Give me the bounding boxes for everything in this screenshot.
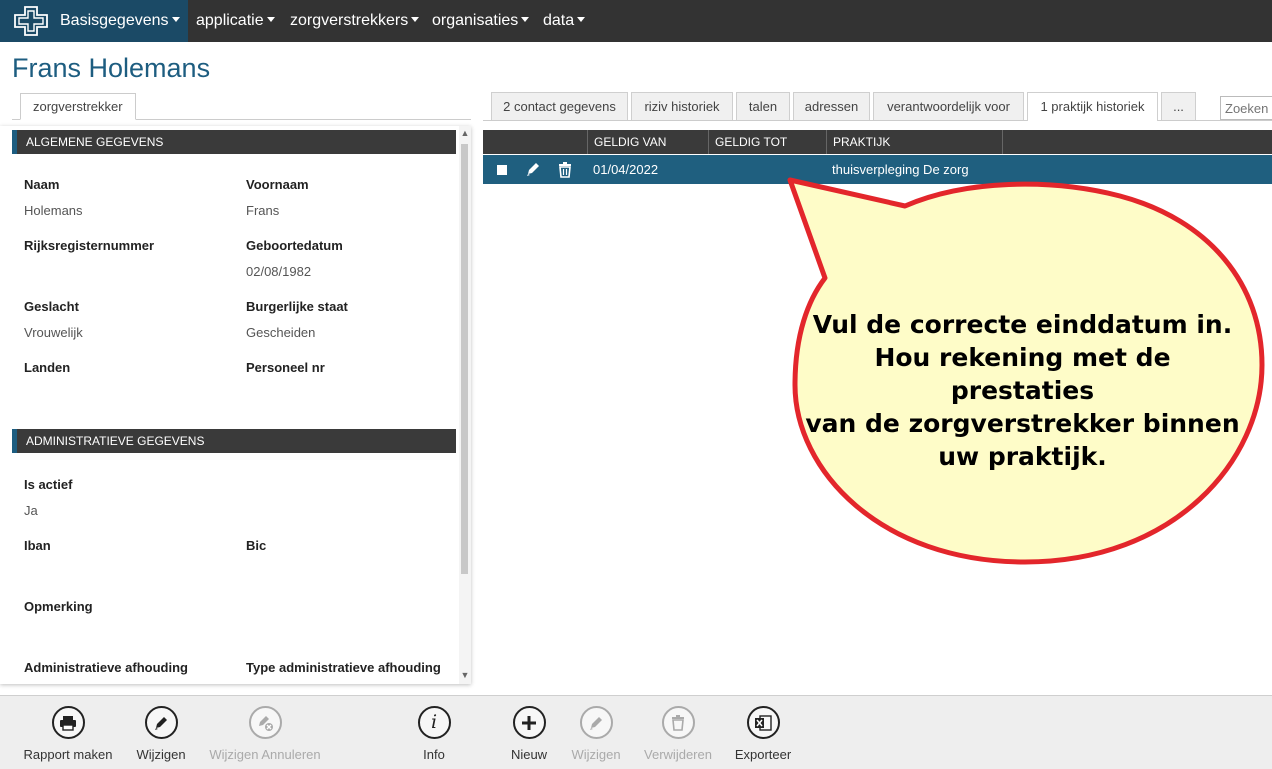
nav-data[interactable]: data xyxy=(543,12,586,30)
callout-line: uw praktijk. xyxy=(938,442,1107,471)
column-header-empty xyxy=(1002,130,1272,154)
panel-scrollbar[interactable]: ▲ ▼ xyxy=(459,126,471,684)
wijzigen-label: Wijzigen xyxy=(136,747,186,762)
section-header-algemeen: ALGEMENE GEGEVENS xyxy=(12,130,456,154)
pencil-icon[interactable] xyxy=(525,161,541,177)
detail-panel: ALGEMENE GEGEVENS Naam Holemans Voornaam… xyxy=(0,126,471,684)
callout-line: Hou rekening met de prestaties xyxy=(874,343,1171,405)
rapport-maken-button[interactable]: Rapport maken xyxy=(20,706,116,762)
naam-value: Holemans xyxy=(24,203,83,218)
wijzigen-button[interactable]: Wijzigen xyxy=(130,706,192,762)
scroll-thumb[interactable] xyxy=(461,144,468,574)
nieuw-button[interactable]: Nieuw xyxy=(506,706,552,762)
grid-header: GELDIG VAN GELDIG TOT PRAKTIJK xyxy=(483,130,1272,154)
rapport-maken-label: Rapport maken xyxy=(23,747,113,762)
info-button[interactable]: i Info xyxy=(412,706,456,762)
chevron-down-icon xyxy=(171,17,180,22)
chevron-down-icon xyxy=(411,17,420,22)
nieuw-label: Nieuw xyxy=(510,747,548,762)
geslacht-label: Geslacht xyxy=(24,299,79,314)
wijzigen-annuleren-button[interactable]: Wijzigen Annuleren xyxy=(205,706,325,762)
voornaam-value: Frans xyxy=(246,203,280,218)
section-header-administratief: ADMINISTRATIEVE GEGEVENS xyxy=(12,429,456,453)
tab-contact-gegevens[interactable]: 2 contact gegevens xyxy=(491,92,628,120)
type-afhouding-label: Type administratieve afhouding xyxy=(246,660,441,675)
chevron-down-icon xyxy=(577,17,586,22)
brand-menu[interactable]: Basisgegevens xyxy=(0,0,188,42)
scroll-down-icon[interactable]: ▼ xyxy=(460,670,470,680)
cell-geldig-van: 01/04/2022 xyxy=(593,162,659,177)
burgerlijke-staat-value: Gescheiden xyxy=(246,325,316,340)
wijzigen-grid-label: Wijzigen xyxy=(571,747,621,762)
administratieve-afhouding-label: Administratieve afhouding xyxy=(24,660,188,675)
row-checkbox[interactable] xyxy=(497,165,507,175)
chevron-down-icon xyxy=(266,17,275,22)
wijzigen-grid-button[interactable]: Wijzigen xyxy=(565,706,627,762)
cancel-edit-icon xyxy=(248,706,282,739)
top-navbar: Basisgegevens applicatie zorgverstrekker… xyxy=(0,0,1272,42)
opmerking-label: Opmerking xyxy=(24,599,93,614)
pencil-icon xyxy=(579,706,613,739)
is-actief-value: Ja xyxy=(24,503,38,518)
callout-line: Vul de correcte einddatum in. xyxy=(812,310,1233,339)
tab-zorgverstrekker[interactable]: zorgverstrekker xyxy=(20,93,136,120)
nav-organisaties[interactable]: organisaties xyxy=(432,12,530,30)
callout-text: Vul de correcte einddatum in. Hou rekeni… xyxy=(800,308,1245,473)
rijksregister-label: Rijksregisternummer xyxy=(24,238,155,253)
brand-label: Basisgegevens xyxy=(60,12,169,29)
trash-icon[interactable] xyxy=(557,161,573,178)
info-label: Info xyxy=(423,747,445,762)
wijzigen-annuleren-label: Wijzigen Annuleren xyxy=(209,747,321,762)
iban-label: Iban xyxy=(24,538,51,553)
verwijderen-button[interactable]: Verwijderen xyxy=(640,706,716,762)
info-icon: i xyxy=(417,706,451,739)
cell-praktijk: thuisverpleging De zorg xyxy=(832,162,969,177)
trash-icon xyxy=(661,706,695,739)
tab-praktijk-historiek[interactable]: 1 praktijk historiek xyxy=(1027,92,1158,121)
callout-line: van de zorgverstrekker binnen xyxy=(805,409,1240,438)
printer-icon xyxy=(51,706,85,739)
exporteer-button[interactable]: Exporteer xyxy=(732,706,794,762)
pencil-icon xyxy=(144,706,178,739)
tab-riziv-historiek[interactable]: riziv historiek xyxy=(631,92,733,120)
personeel-nr-label: Personeel nr xyxy=(246,360,325,375)
nav-zorgverstrekkers[interactable]: zorgverstrekkers xyxy=(290,12,420,30)
tab-talen[interactable]: talen xyxy=(736,92,790,120)
tab-verantwoordelijk-voor[interactable]: verantwoordelijk voor xyxy=(873,92,1024,120)
medical-cross-logo-icon xyxy=(14,6,48,36)
table-row[interactable]: 01/04/2022 thuisverpleging De zorg xyxy=(483,155,1272,184)
geslacht-value: Vrouwelijk xyxy=(24,325,83,340)
bic-label: Bic xyxy=(246,538,267,553)
column-header-geldig-van[interactable]: GELDIG VAN xyxy=(587,130,708,154)
landen-label: Landen xyxy=(24,360,71,375)
page-title: Frans Holemans xyxy=(12,53,211,83)
tab-adressen[interactable]: adressen xyxy=(793,92,870,120)
voornaam-label: Voornaam xyxy=(246,177,309,192)
nav-applicatie[interactable]: applicatie xyxy=(196,12,275,30)
geboortedatum-value: 02/08/1982 xyxy=(246,264,312,279)
geboortedatum-label: Geboortedatum xyxy=(246,238,343,253)
tab-more[interactable]: ... xyxy=(1161,92,1196,120)
plus-icon xyxy=(512,706,546,739)
chevron-down-icon xyxy=(521,17,530,22)
burgerlijke-staat-label: Burgerlijke staat xyxy=(246,299,348,314)
exporteer-label: Exporteer xyxy=(734,747,792,762)
column-header-geldig-tot[interactable]: GELDIG TOT xyxy=(708,130,826,154)
verwijderen-label: Verwijderen xyxy=(644,747,712,762)
scroll-up-icon[interactable]: ▲ xyxy=(460,128,470,138)
naam-label: Naam xyxy=(24,177,60,192)
bottom-toolbar: Rapport maken Wijzigen Wijzigen Annulere… xyxy=(0,695,1272,769)
search-input[interactable] xyxy=(1220,96,1272,120)
excel-icon xyxy=(746,706,780,739)
column-header-praktijk[interactable]: PRAKTIJK xyxy=(826,130,1002,154)
is-actief-label: Is actief xyxy=(24,477,73,492)
